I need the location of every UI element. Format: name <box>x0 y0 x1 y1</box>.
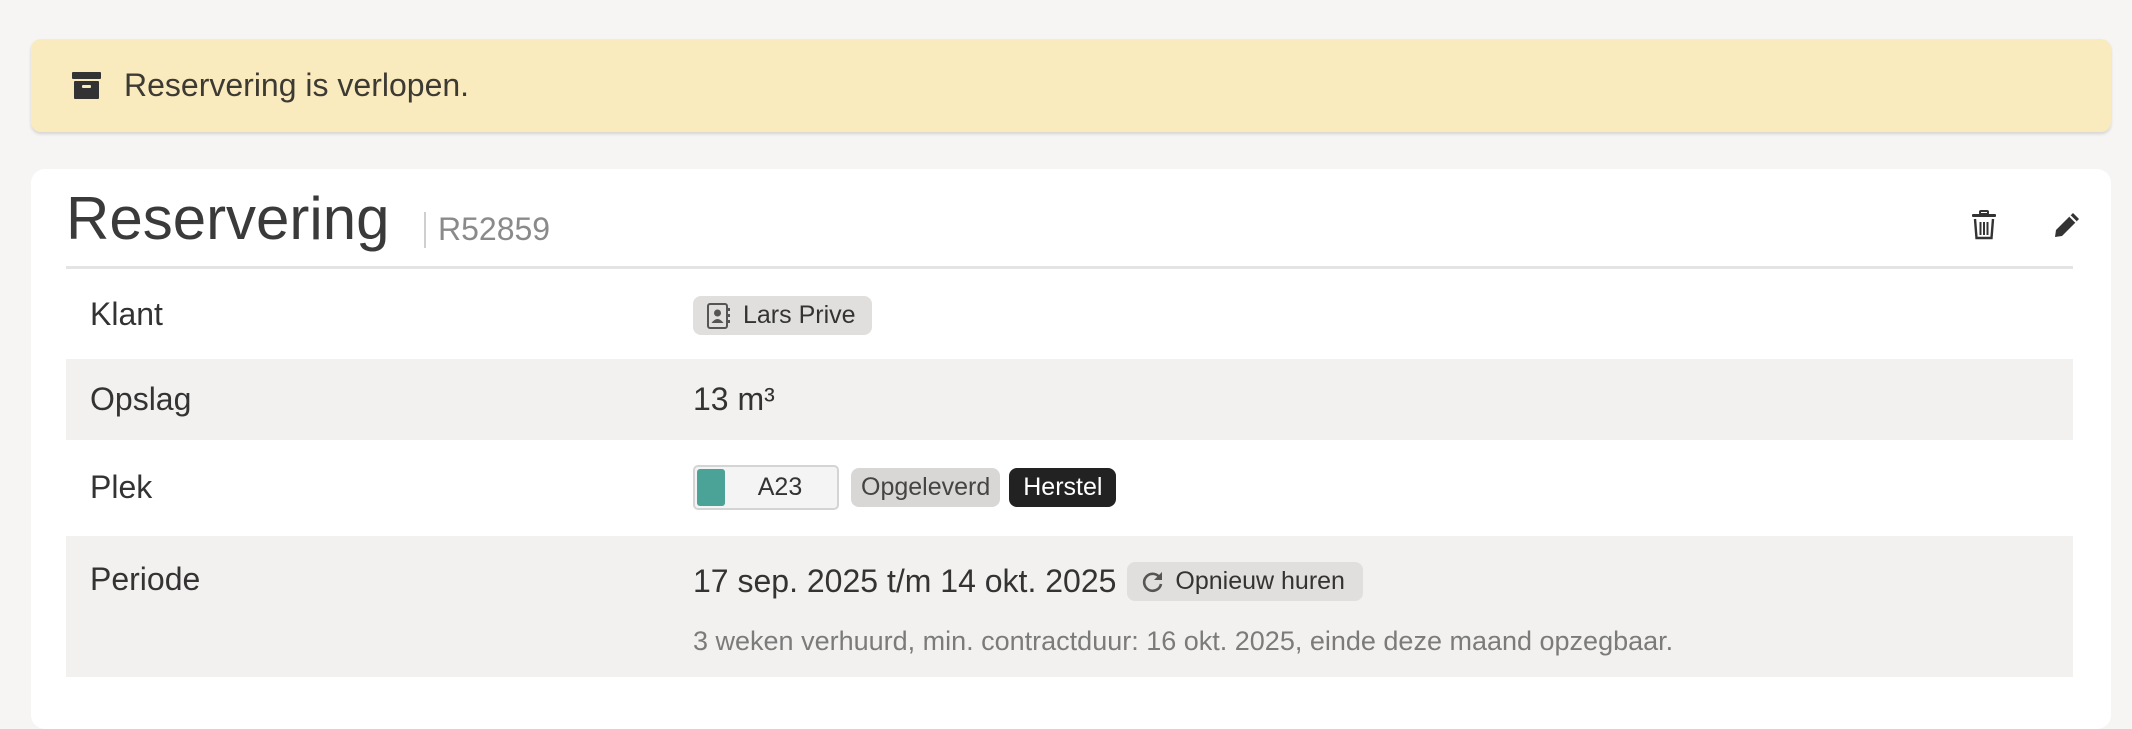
row-klant: Klant Lars Prive <box>66 272 2073 359</box>
storage-size: 13 m³ <box>693 381 775 417</box>
status-badge: Opgeleverd <box>851 468 1001 507</box>
delete-button[interactable] <box>1956 197 2012 253</box>
pencil-icon <box>2052 210 2082 240</box>
storage-spot-button[interactable]: A23 <box>693 465 839 510</box>
row-plek: Plek A23 Opgeleverd Herstel <box>66 440 2073 536</box>
archive-box-icon <box>71 70 102 101</box>
reservation-number: R52859 <box>438 211 551 247</box>
period-details: 3 weken verhuurd, min. contractduur: 16 … <box>693 626 1674 656</box>
alert-message: Reservering is verlopen. <box>124 67 470 103</box>
reservation-card: Reservering R52859 Klant Lars Prive Opsl… <box>31 169 2111 729</box>
row-label-opslag: Opslag <box>90 381 192 417</box>
period-range: 17 sep. 2025 t/m 14 okt. 2025 <box>693 563 1117 599</box>
expired-alert: Reservering is verlopen. <box>31 39 2111 132</box>
row-periode: Periode 17 sep. 2025 t/m 14 okt. 2025 Op… <box>66 536 2073 677</box>
row-label-plek: Plek <box>90 469 153 505</box>
spot-color-swatch <box>697 469 725 506</box>
spot-label: A23 <box>757 473 803 501</box>
card-header: Reservering R52859 <box>66 169 2079 269</box>
title-divider <box>424 212 426 248</box>
page-title: Reservering <box>66 185 390 252</box>
row-value-klant: Lars Prive <box>693 296 872 335</box>
customer-name: Lars Prive <box>743 301 856 329</box>
contact-card-icon <box>707 302 731 329</box>
row-opslag: Opslag 13 m³ <box>66 359 2073 440</box>
renew-button[interactable]: Opnieuw huren <box>1127 562 1363 601</box>
row-value-opslag: 13 m³ <box>693 381 775 418</box>
row-label-klant: Klant <box>90 296 163 332</box>
refresh-icon <box>1141 570 1165 594</box>
renew-label: Opnieuw huren <box>1175 567 1345 595</box>
row-label-periode: Periode <box>90 561 201 597</box>
customer-chip[interactable]: Lars Prive <box>693 296 872 335</box>
row-value-periode: 17 sep. 2025 t/m 14 okt. 2025 Opnieuw hu… <box>693 562 1363 601</box>
row-value-plek: A23 Opgeleverd Herstel <box>693 465 1117 510</box>
repair-badge: Herstel <box>1009 468 1117 507</box>
trash-icon <box>1971 210 1997 240</box>
edit-button[interactable] <box>2039 197 2095 253</box>
